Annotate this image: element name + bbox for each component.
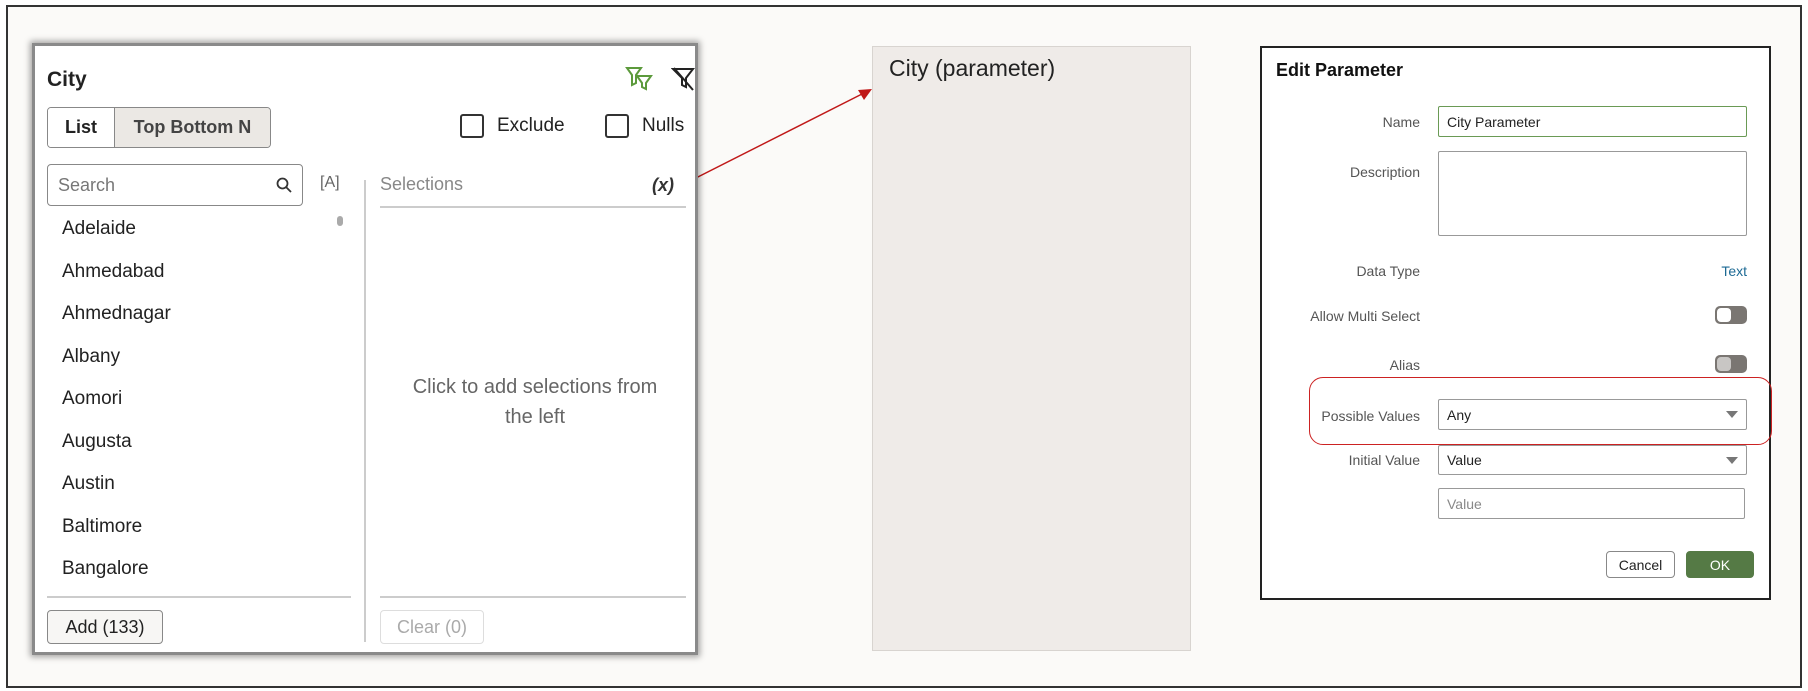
empty-selections-message: Click to add selections from the left [412, 376, 658, 428]
search-icon [276, 177, 292, 193]
selections-label: Selections [380, 174, 464, 194]
parameter-panel-title: City (parameter) [889, 55, 1056, 81]
possible-values-value: Any [1447, 406, 1472, 423]
search-placeholder: Search [58, 174, 116, 195]
add-button[interactable]: Add (133) [47, 610, 163, 644]
column-divider [364, 180, 366, 642]
list-item[interactable]: Bangalore [62, 558, 149, 580]
mode-tabs: List Top Bottom N [47, 107, 271, 148]
edit-parameter-dialog: Edit Parameter Name City Parameter Descr… [1260, 46, 1772, 600]
list-item[interactable]: Austin [62, 473, 115, 495]
value-input[interactable]: Value [1438, 488, 1745, 519]
nulls-label: Nulls [642, 115, 685, 136]
alias-toggle[interactable] [1715, 355, 1747, 373]
clear-button[interactable]: Clear (0) [380, 610, 484, 644]
selections-divider [380, 206, 686, 208]
multi-select-toggle[interactable] [1715, 306, 1747, 324]
nulls-checkbox[interactable] [605, 114, 629, 138]
chevron-down-icon [1726, 456, 1738, 464]
data-type-value[interactable]: Text [1721, 263, 1747, 279]
possible-values-label: Possible Values [1321, 408, 1420, 424]
parameter-panel: City (parameter) [872, 46, 1191, 651]
exclude-label: Exclude [497, 115, 565, 136]
description-label: Description [1349, 164, 1420, 180]
name-input[interactable]: City Parameter [1438, 106, 1747, 137]
ok-button[interactable]: OK [1686, 551, 1754, 578]
possible-values-select[interactable]: Any [1438, 399, 1747, 430]
initial-value-label: Initial Value [1348, 452, 1420, 468]
selections-footer-divider [380, 596, 686, 598]
case-sensitive-icon[interactable]: [A] [320, 174, 340, 192]
list-item[interactable]: Baltimore [62, 516, 142, 538]
exclude-checkbox[interactable] [460, 114, 484, 138]
list-footer-divider [47, 596, 351, 598]
multi-select-label: Allow Multi Select [1310, 308, 1420, 324]
list-item[interactable]: Ahmedabad [62, 261, 164, 283]
list-item[interactable]: Albany [62, 346, 120, 368]
list-item[interactable]: Adelaide [62, 218, 136, 240]
city-filter-panel: City List Top Bottom N Exclude Nulls Sea… [32, 43, 698, 655]
list-item[interactable]: Augusta [62, 431, 132, 453]
expression-button[interactable]: (x) [652, 175, 674, 196]
initial-value-select[interactable]: Value [1438, 445, 1747, 475]
initial-value-value: Value [1447, 452, 1482, 468]
filter-title: City [47, 68, 87, 91]
clear-filter-icon[interactable] [671, 66, 695, 92]
tab-top-bottom-n[interactable]: Top Bottom N [115, 108, 270, 147]
tab-list[interactable]: List [48, 108, 115, 147]
list-item[interactable]: Aomori [62, 388, 122, 410]
filter-apply-icon[interactable] [625, 66, 653, 92]
chevron-down-icon [1726, 411, 1738, 418]
name-label: Name [1382, 114, 1420, 130]
name-value: City Parameter [1447, 113, 1541, 130]
description-input[interactable] [1438, 151, 1747, 236]
value-placeholder: Value [1447, 495, 1482, 512]
dialog-title: Edit Parameter [1276, 60, 1404, 80]
list-item[interactable]: Ahmednagar [62, 303, 171, 325]
scrollbar-thumb[interactable] [337, 216, 343, 226]
cancel-button[interactable]: Cancel [1606, 551, 1675, 578]
alias-label: Alias [1389, 357, 1420, 373]
search-input[interactable]: Search [47, 164, 303, 206]
data-type-label: Data Type [1356, 263, 1420, 279]
